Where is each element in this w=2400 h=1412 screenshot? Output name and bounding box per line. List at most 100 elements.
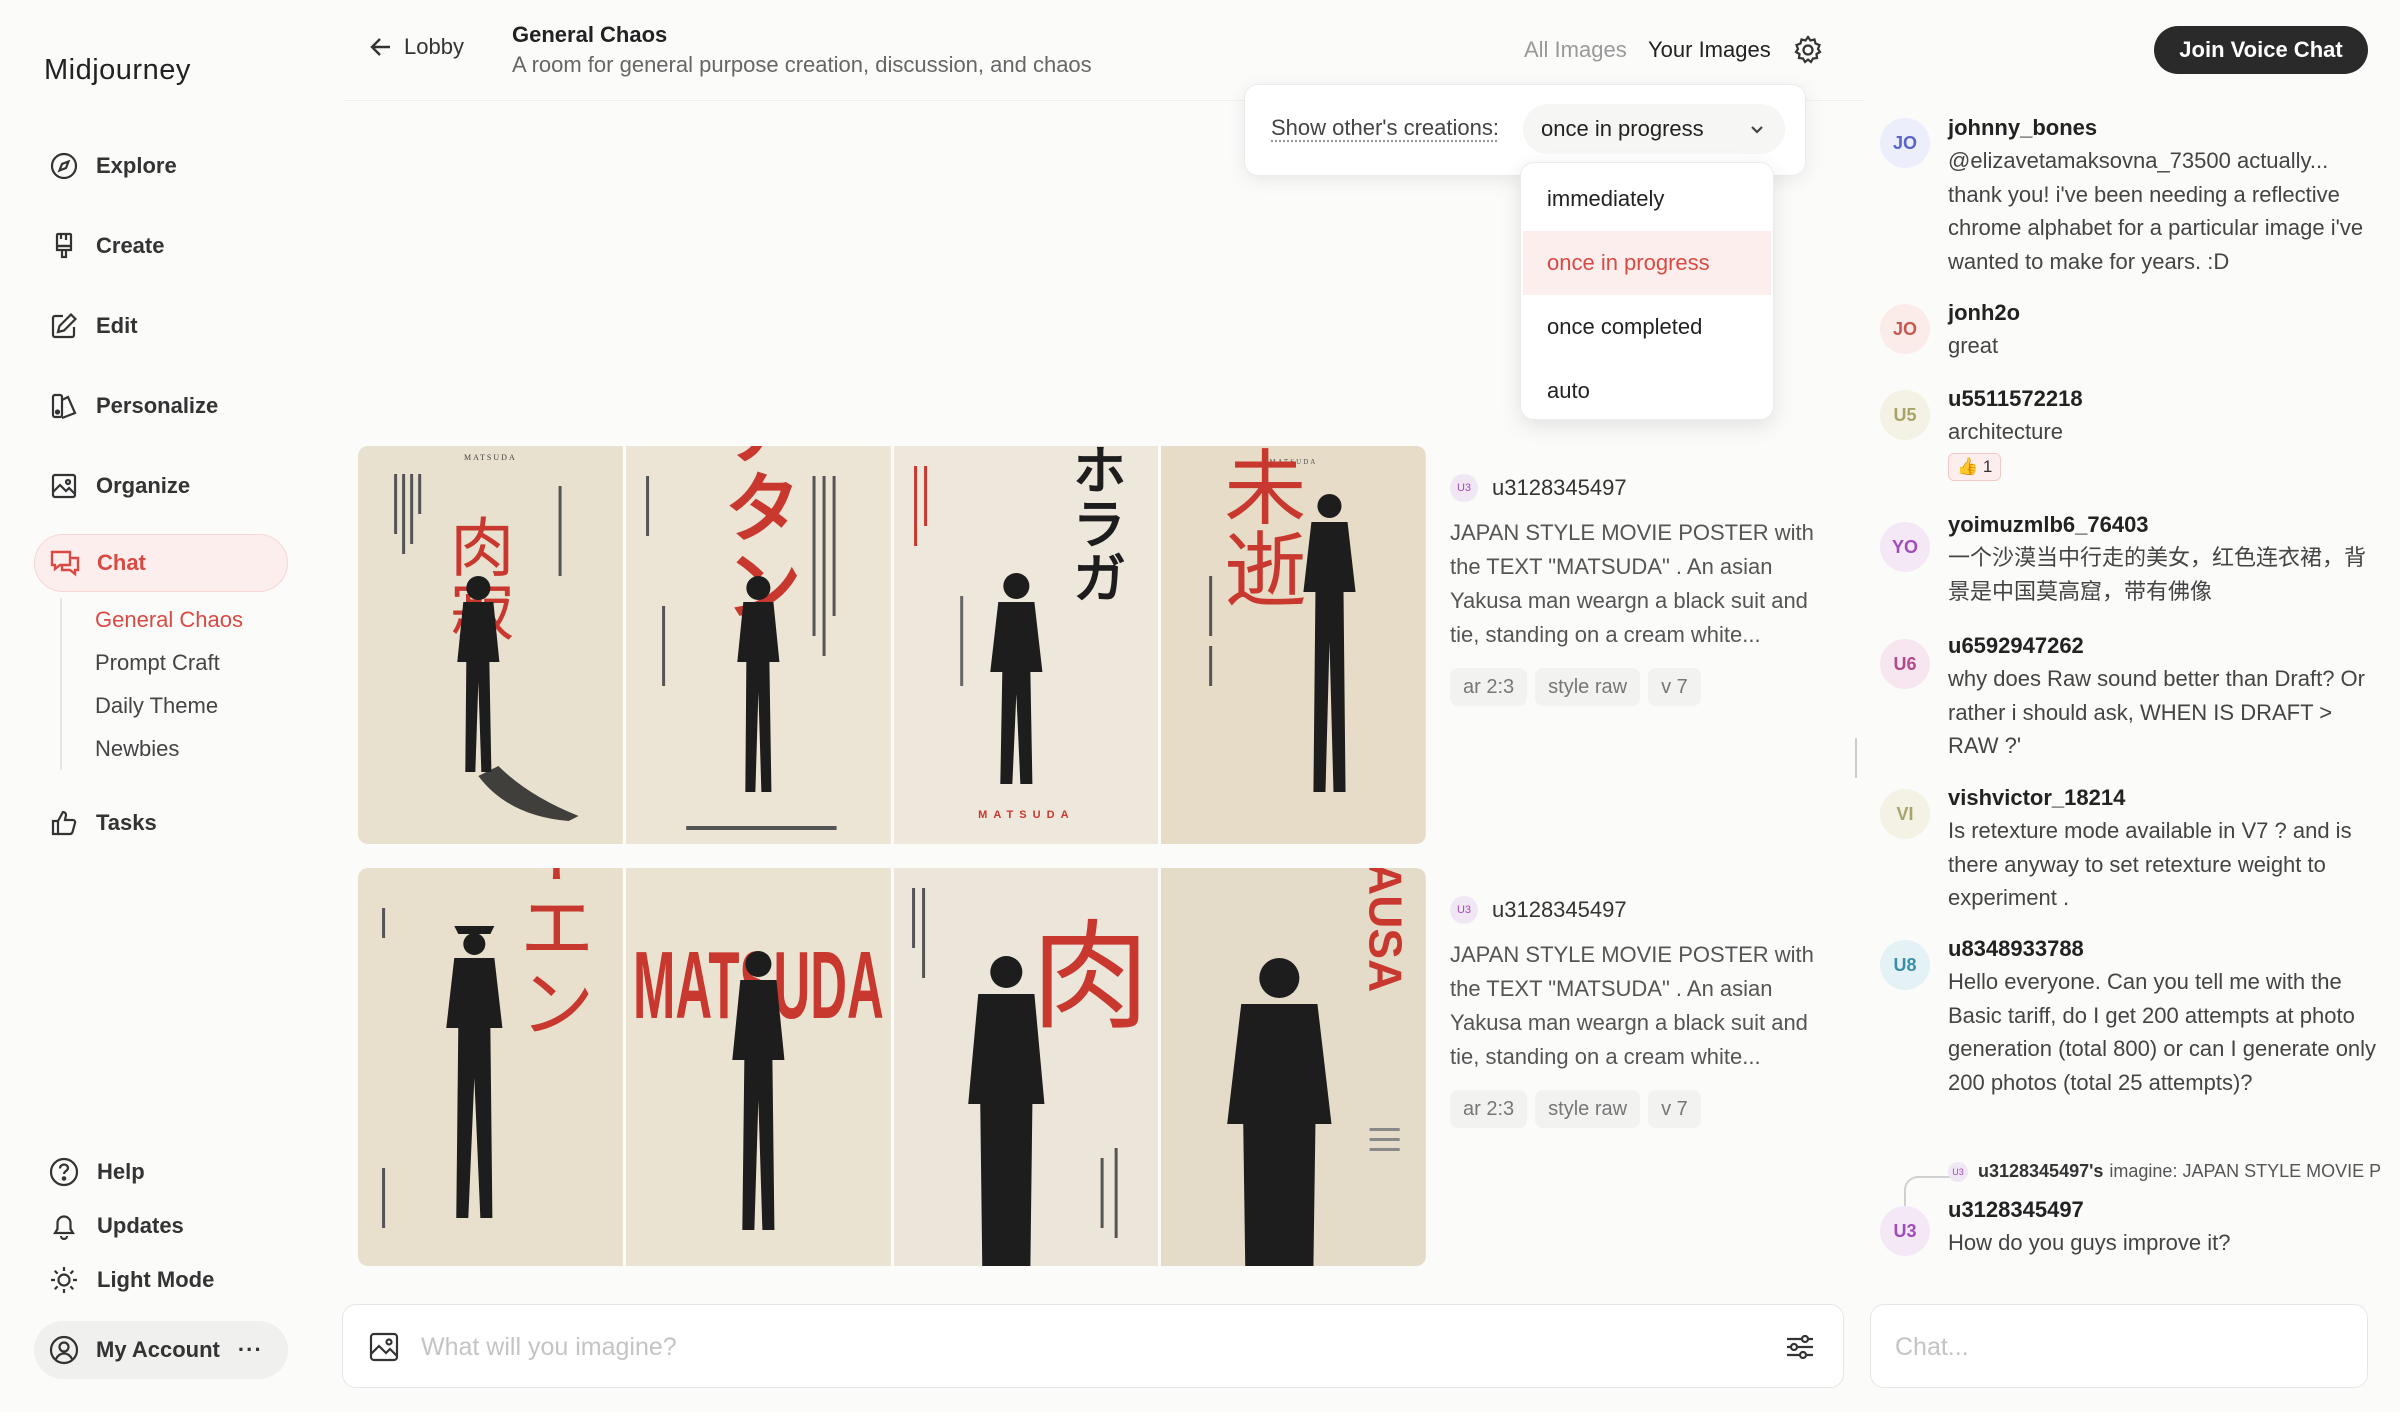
poster-glyph: ヴーエン — [506, 868, 595, 1040]
join-voice-chat-button[interactable]: Join Voice Chat — [2154, 26, 2368, 74]
poster-image[interactable]: MATSUDA — [625, 868, 891, 1266]
chat-text: Is retexture mode available in V7 ? and … — [1948, 818, 2352, 910]
param-chip[interactable]: ar 2:3 — [1450, 1090, 1528, 1128]
image-grid-2: ヴーエン MATSUDA 肉 MAUSA — [358, 868, 1426, 1266]
light-mode-toggle[interactable]: Light Mode — [34, 1262, 214, 1298]
reaction-thumbs-up[interactable]: 👍 1 — [1948, 452, 2002, 481]
chat-username[interactable]: yoimuzmlb6_76403 — [1948, 509, 2380, 541]
chat-username[interactable]: u3128345497 — [1948, 1194, 2380, 1226]
poster-glyph: MAUSA — [1360, 868, 1412, 992]
param-chip[interactable]: v 7 — [1648, 668, 1701, 706]
user-badge: U3 — [1450, 474, 1478, 502]
poster-bottom-text: MATSUDA — [978, 809, 1074, 821]
sidebar-item-create[interactable]: Create — [34, 217, 288, 275]
panel-resize-handle[interactable] — [1855, 738, 1857, 778]
arrow-left-icon — [370, 38, 390, 56]
chat-message: YO yoimuzmlb6_76403 一个沙漠当中行走的美女，红色连衣裙，背景… — [1880, 509, 2380, 608]
post-meta-2: U3 u3128345497 JAPAN STYLE MOVIE POSTER … — [1450, 896, 1830, 1128]
imagine-input[interactable] — [421, 1325, 1721, 1369]
chat-message: U3 u3128345497 How do you guys improve i… — [1880, 1194, 2380, 1260]
poster-image[interactable]: 肉 — [893, 868, 1159, 1266]
updates-link[interactable]: Updates — [34, 1208, 184, 1244]
tab-all-images[interactable]: All Images — [1524, 37, 1627, 63]
sidebar-item-organize[interactable]: Organize — [34, 457, 288, 515]
chat-room-general-chaos[interactable]: General Chaos — [95, 598, 243, 641]
logo[interactable]: Midjourney — [44, 54, 191, 87]
compass-icon — [46, 148, 82, 184]
param-chip[interactable]: v 7 — [1648, 1090, 1701, 1128]
chat-username[interactable]: u8348933788 — [1948, 933, 2380, 965]
avatar[interactable]: JO — [1880, 118, 1930, 168]
avatar[interactable]: VI — [1880, 789, 1930, 839]
post-prompt[interactable]: JAPAN STYLE MOVIE POSTER with the TEXT "… — [1450, 516, 1830, 652]
image-grid-1: MATSUDA 肉寂 アタン 台ホラガ MATSUDA — [358, 446, 1426, 844]
chat-message: JO johnny_bones @elizavetamaksovna_73500… — [1880, 112, 2380, 278]
filter-dropdown: immediately once in progress once comple… — [1520, 162, 1774, 420]
image-folder-icon — [46, 468, 82, 504]
poster-image[interactable]: MATSUDA 肉寂 — [358, 446, 623, 844]
app-root: Midjourney Explore Create Edit Personali… — [0, 0, 2400, 1412]
filter-select[interactable]: once in progress — [1523, 104, 1785, 154]
tab-your-images[interactable]: Your Images — [1648, 37, 1771, 63]
poster-image[interactable]: アタン — [625, 446, 891, 844]
reply-user: u3128345497's — [1978, 1161, 2104, 1181]
sidebar-item-tasks[interactable]: Tasks — [34, 794, 288, 852]
more-options-icon[interactable]: ··· — [238, 1337, 263, 1363]
chat-input[interactable] — [1895, 1325, 2335, 1369]
poster-image[interactable]: MATSUDA 逃未逝 — [1161, 446, 1426, 844]
sidebar-item-explore[interactable]: Explore — [34, 137, 288, 195]
poster-glyph: 肉 — [1031, 908, 1149, 1046]
chat-username[interactable]: vishvictor_18214 — [1948, 782, 2380, 814]
chat-room-daily-theme[interactable]: Daily Theme — [95, 684, 243, 727]
chat-username[interactable]: u6592947262 — [1948, 630, 2380, 662]
sidebar-item-label: Tasks — [96, 810, 157, 835]
my-account-button[interactable]: My Account ··· — [34, 1321, 288, 1379]
poster-image[interactable]: ヴーエン — [358, 868, 623, 1266]
help-link[interactable]: Help — [34, 1154, 145, 1190]
param-chip[interactable]: ar 2:3 — [1450, 668, 1528, 706]
chat-username[interactable]: johnny_bones — [1948, 112, 2380, 144]
avatar[interactable]: U6 — [1880, 639, 1930, 689]
sidebar-item-label: Edit — [96, 313, 138, 338]
poster-image[interactable]: 台ホラガ MATSUDA — [893, 446, 1159, 844]
avatar[interactable]: YO — [1880, 522, 1930, 572]
filter-option-immediately[interactable]: immediately — [1523, 167, 1771, 231]
settings-sliders-icon[interactable] — [1783, 1330, 1817, 1364]
sidebar-item-chat[interactable]: Chat — [34, 534, 288, 592]
chat-message: U5 u5511572218 architecture 👍 1 — [1880, 383, 2380, 481]
help-label: Help — [97, 1159, 145, 1184]
image-upload-icon[interactable] — [367, 1330, 401, 1364]
chat-room-newbies[interactable]: Newbies — [95, 727, 243, 770]
chat-room-list: General Chaos Prompt Craft Daily Theme N… — [60, 598, 243, 770]
poster-glyph: 台ホラガ — [1063, 446, 1126, 604]
help-icon — [46, 1154, 82, 1190]
avatar[interactable]: U5 — [1880, 390, 1930, 440]
sidebar-item-edit[interactable]: Edit — [34, 297, 288, 355]
param-chip[interactable]: style raw — [1535, 668, 1641, 706]
gear-icon[interactable] — [1792, 34, 1824, 66]
chat-username[interactable]: u5511572218 — [1948, 383, 2380, 415]
reply-reference[interactable]: U3 u3128345497's imagine: JAPAN STYLE MO… — [1948, 1161, 2380, 1182]
poster-image[interactable]: MAUSA — [1161, 868, 1426, 1266]
param-chips: ar 2:3 style raw v 7 — [1450, 1090, 1830, 1128]
sidebar-item-label: Chat — [97, 550, 146, 575]
param-chip[interactable]: style raw — [1535, 1090, 1641, 1128]
chat-text: architecture — [1948, 419, 2063, 444]
back-to-lobby-link[interactable]: Lobby — [368, 34, 464, 60]
post-prompt[interactable]: JAPAN STYLE MOVIE POSTER with the TEXT "… — [1450, 938, 1830, 1074]
chat-room-prompt-craft[interactable]: Prompt Craft — [95, 641, 243, 684]
avatar[interactable]: JO — [1880, 304, 1930, 354]
post-author[interactable]: U3 u3128345497 — [1450, 896, 1830, 924]
avatar[interactable]: U3 — [1880, 1206, 1930, 1256]
param-chips: ar 2:3 style raw v 7 — [1450, 668, 1830, 706]
chat-username[interactable]: jonh2o — [1948, 297, 2380, 329]
filter-option-once-completed[interactable]: once completed — [1523, 295, 1771, 359]
brush-icon — [46, 228, 82, 264]
post-author[interactable]: U3 u3128345497 — [1450, 474, 1830, 502]
filter-option-once-in-progress[interactable]: once in progress — [1523, 231, 1771, 295]
poster-top-text: MATSUDA — [464, 453, 517, 462]
filter-option-auto[interactable]: auto — [1523, 359, 1771, 423]
sidebar-item-personalize[interactable]: Personalize — [34, 377, 288, 435]
avatar[interactable]: U8 — [1880, 940, 1930, 990]
user-badge: U3 — [1450, 896, 1478, 924]
